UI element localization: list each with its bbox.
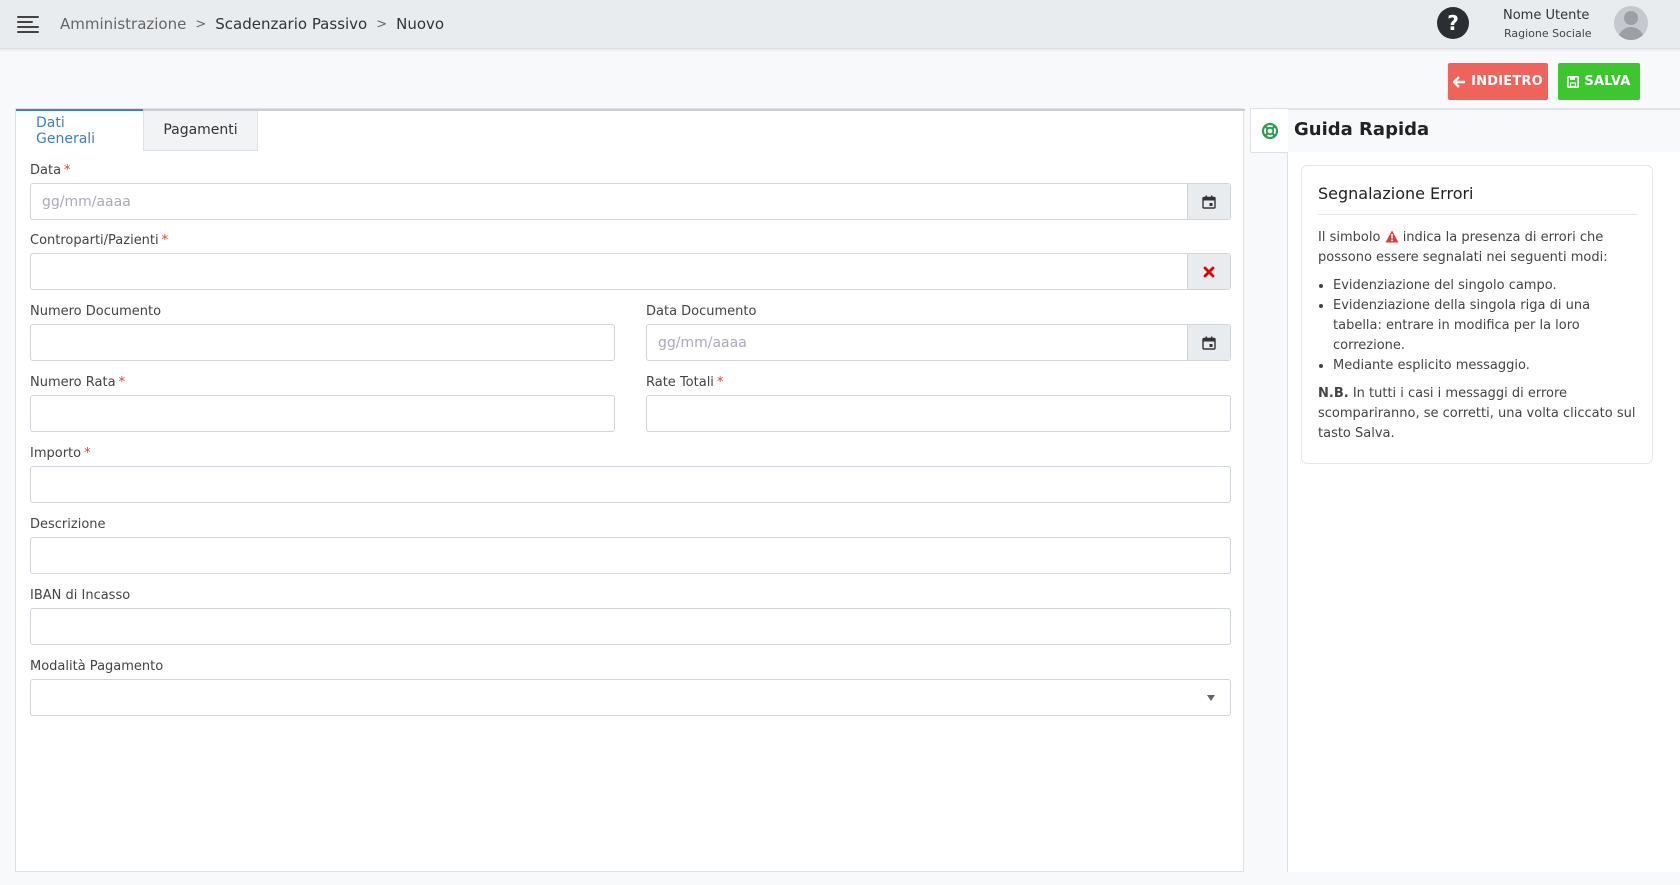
data-placeholder: gg/mm/aaaa [42, 193, 131, 210]
back-button[interactable]: INDIETRO [1448, 63, 1548, 100]
breadcrumb: Amministrazione > Scadenzario Passivo > … [60, 15, 444, 33]
back-button-label: INDIETRO [1471, 74, 1543, 89]
breadcrumb-item-scadenzario[interactable]: Scadenzario Passivo [215, 15, 367, 33]
controparti-input[interactable] [30, 253, 1231, 290]
error-reporting-card: Segnalazione Errori Il simbolo indica la… [1301, 165, 1653, 464]
calendar-button[interactable] [1187, 325, 1230, 360]
calendar-button[interactable] [1187, 184, 1230, 219]
user-name[interactable]: Nome Utente [1503, 8, 1589, 23]
rate-totali-label: Rate Totali * [646, 375, 724, 390]
clear-button[interactable] [1187, 254, 1230, 289]
note-paragraph: N.B. In tutti i casi i messaggi di error… [1318, 386, 1636, 441]
tab-pagamenti[interactable]: Pagamenti [143, 109, 258, 151]
numero-rata-input[interactable] [30, 395, 615, 432]
data-input[interactable]: gg/mm/aaaa [30, 183, 1231, 220]
floppy-disk-icon [1567, 75, 1580, 88]
modalita-pagamento-label: Modalità Pagamento [30, 659, 164, 674]
rate-totali-input[interactable] [646, 395, 1231, 432]
tab-dati-generali[interactable]: Dati Generali [16, 109, 143, 151]
data-documento-input[interactable]: gg/mm/aaaa [646, 324, 1231, 361]
guide-tab[interactable] [1250, 108, 1288, 153]
top-bar: Amministrazione > Scadenzario Passivo > … [0, 0, 1680, 49]
data-documento-label: Data Documento [646, 304, 757, 319]
numero-documento-label: Numero Documento [30, 304, 162, 319]
list-item: Evidenziazione del singolo campo. [1333, 276, 1638, 296]
card-divider [1318, 214, 1638, 215]
breadcrumb-item-amministrazione[interactable]: Amministrazione [60, 15, 186, 33]
caret-down-icon [1207, 695, 1215, 701]
calendar-icon [1202, 336, 1216, 350]
guide-divider [1288, 108, 1680, 110]
list-item: Evidenziazione della singola riga di una… [1333, 296, 1638, 356]
arrow-left-icon [1453, 75, 1466, 88]
iban-input[interactable] [30, 608, 1231, 645]
data-documento-placeholder: gg/mm/aaaa [658, 334, 747, 351]
descrizione-label: Descrizione [30, 517, 106, 532]
numero-rata-label: Numero Rata * [30, 375, 126, 390]
help-icon[interactable]: ? [1437, 7, 1469, 39]
iban-label: IBAN di Incasso [30, 588, 131, 603]
tab-bar: Dati Generali Pagamenti [16, 109, 258, 151]
intro-paragraph: Il simbolo indica la presenza di errori … [1318, 230, 1608, 265]
save-button[interactable]: SALVA [1558, 63, 1640, 100]
importo-label: Importo * [30, 446, 91, 461]
life-ring-icon [1261, 122, 1278, 139]
card-title: Segnalazione Errori [1318, 184, 1474, 203]
importo-input[interactable] [30, 466, 1231, 503]
breadcrumb-item-current: Nuovo [396, 15, 445, 33]
user-company: Ragione Sociale [1504, 27, 1592, 40]
descrizione-input[interactable] [30, 537, 1231, 574]
breadcrumb-separator: > [376, 16, 388, 32]
main-form-panel: Dati Generali Pagamenti Data * gg/mm/aaaa… [15, 108, 1245, 872]
breadcrumb-separator: > [195, 16, 207, 32]
warning-icon [1385, 230, 1399, 243]
list-item: Mediante esplicito messaggio. [1333, 356, 1638, 376]
calendar-icon [1202, 195, 1216, 209]
save-button-label: SALVA [1584, 74, 1631, 89]
error-modes-list: Evidenziazione del singolo campo. Eviden… [1333, 276, 1638, 376]
card-body: Il simbolo indica la presenza di errori … [1318, 228, 1638, 444]
controparti-label: Controparti/Pazienti * [30, 233, 169, 248]
tab-divider [143, 109, 1245, 111]
numero-documento-input[interactable] [30, 324, 615, 361]
hamburger-menu-icon[interactable] [17, 16, 39, 33]
guide-title: Guida Rapida [1294, 119, 1430, 140]
modalita-pagamento-select[interactable] [30, 679, 1231, 716]
avatar[interactable] [1614, 6, 1648, 40]
close-icon [1203, 266, 1215, 277]
data-label: Data * [30, 163, 71, 178]
